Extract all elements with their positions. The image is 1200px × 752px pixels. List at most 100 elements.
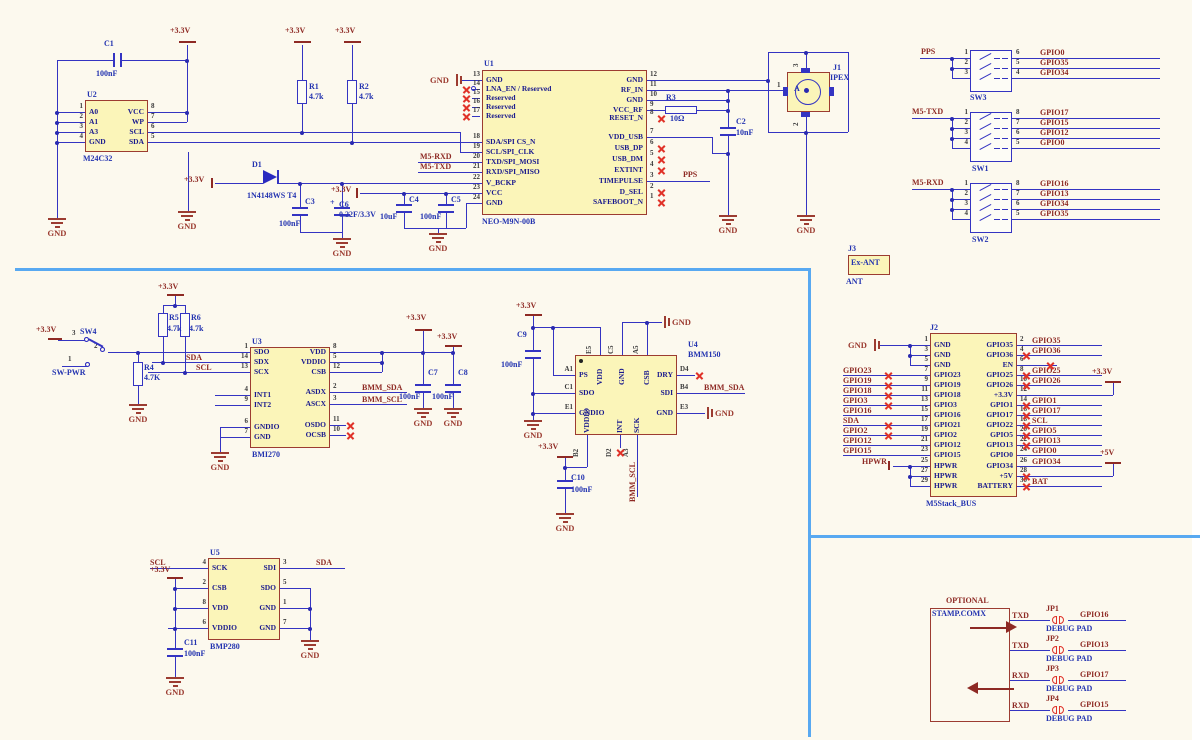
wire — [280, 608, 310, 609]
power-flag-+3.3V: +3.3V — [184, 176, 204, 184]
pin-name: GPIO26 — [953, 381, 1013, 389]
switch-refdes: SW2 — [972, 236, 988, 244]
pin-number: 4 — [952, 139, 968, 146]
wire — [952, 78, 970, 79]
gnd-bar-symbol — [711, 409, 713, 417]
junction-dot — [380, 351, 384, 355]
pin-number: 5 — [1016, 59, 1020, 66]
wire — [58, 340, 85, 341]
wire — [647, 181, 710, 182]
gnd-label: GND — [714, 226, 742, 235]
gnd-label: GND — [161, 688, 189, 697]
net-label: GPIO3 — [843, 397, 867, 405]
junction-dot — [804, 131, 808, 135]
pin-number: 4 — [228, 386, 248, 393]
switch-sw2 — [970, 183, 1012, 233]
switch-dash-icon — [1002, 128, 1008, 129]
junction-dot — [308, 627, 312, 631]
contact-circle-icon — [471, 86, 476, 91]
pin-number: 6 — [1016, 129, 1020, 136]
pin-name: GND — [934, 351, 951, 359]
gnd-bar-symbol — [707, 407, 709, 419]
gnd-label: GND — [672, 318, 691, 327]
junction-dot — [908, 344, 912, 348]
gnd-label: GND — [124, 415, 152, 424]
pin-name: GPIO17 — [953, 411, 1013, 419]
connector-pad — [801, 68, 810, 73]
junction-dot — [55, 141, 59, 145]
net-label: GPIO36 — [1032, 347, 1060, 355]
gnd-label: GND — [409, 419, 437, 428]
pin-name: GPIO25 — [953, 371, 1013, 379]
gnd-symbol — [556, 513, 574, 515]
wire — [302, 104, 303, 132]
pin-number: 7 — [151, 113, 155, 120]
net-label: GPIO1 — [1032, 397, 1056, 405]
wire — [647, 137, 712, 138]
pin-name: INT — [616, 405, 626, 433]
wire — [912, 189, 952, 190]
net-label: GPIO16 — [843, 407, 871, 415]
wire — [280, 628, 310, 629]
value-label: 1N4148WS T4 — [247, 192, 296, 200]
switch-dash-icon — [1002, 58, 1008, 59]
wire — [138, 386, 139, 404]
wire — [330, 372, 382, 373]
wire — [1012, 118, 1160, 119]
pin-number: 19 — [460, 143, 480, 150]
value-label: D1 — [252, 161, 262, 169]
wire — [1068, 650, 1126, 651]
pin-number: 8 — [1016, 180, 1020, 187]
no-connect-x — [1022, 401, 1031, 410]
junction-dot — [645, 321, 649, 325]
wire — [647, 90, 787, 91]
power-flag-bar — [294, 41, 311, 43]
capacitor-plate — [292, 214, 308, 216]
power-flag-bar — [888, 461, 890, 470]
switch-partname: SW-PWR — [52, 369, 85, 377]
capacitor-plate — [445, 384, 461, 386]
ic-partname: BMM150 — [688, 351, 720, 359]
junction-dot — [726, 109, 730, 113]
pin-number: 20 — [460, 153, 480, 160]
value-label: C3 — [305, 198, 315, 206]
net-label: BAT — [1032, 478, 1048, 486]
power-flag-bar — [557, 456, 573, 458]
connector-pad — [783, 87, 788, 96]
junction-dot — [563, 466, 567, 470]
no-connect-x — [695, 371, 704, 380]
pin-number: 2 — [63, 113, 83, 120]
net-label: M5-RXD — [912, 179, 944, 187]
junction-dot — [726, 89, 730, 93]
wire — [1010, 680, 1050, 681]
switch-dash-icon — [994, 138, 1000, 139]
junction-dot — [173, 627, 177, 631]
power-flag-+3.3V: +3.3V — [538, 443, 558, 451]
pin-number: 3 — [63, 123, 83, 130]
wire — [220, 427, 221, 452]
wire — [466, 203, 482, 204]
wire — [1012, 58, 1160, 59]
wire — [1012, 209, 1160, 210]
section-divider — [808, 535, 1200, 538]
wire — [1068, 710, 1126, 711]
wire — [768, 52, 769, 132]
connector-pad — [829, 87, 834, 96]
pin-number: 1 — [914, 336, 928, 343]
capacitor-plate — [415, 384, 431, 386]
junction-dot — [380, 361, 384, 365]
pin-number: 2 — [952, 59, 968, 66]
connector-partname: ANT — [846, 278, 863, 286]
junction-dot — [950, 137, 954, 141]
pin-name: VDDIO — [583, 405, 593, 433]
gnd-label: GND — [848, 341, 867, 350]
wire — [647, 322, 648, 355]
pin-number: 9 — [914, 376, 928, 383]
value-label: 4.7k — [309, 93, 323, 101]
pin-name: SCL — [86, 128, 144, 136]
gnd-symbol — [444, 408, 462, 410]
gnd-symbol — [800, 219, 812, 221]
power-flag-bar — [1105, 462, 1121, 464]
capacitor-plate — [720, 127, 736, 129]
wire — [1068, 620, 1126, 621]
